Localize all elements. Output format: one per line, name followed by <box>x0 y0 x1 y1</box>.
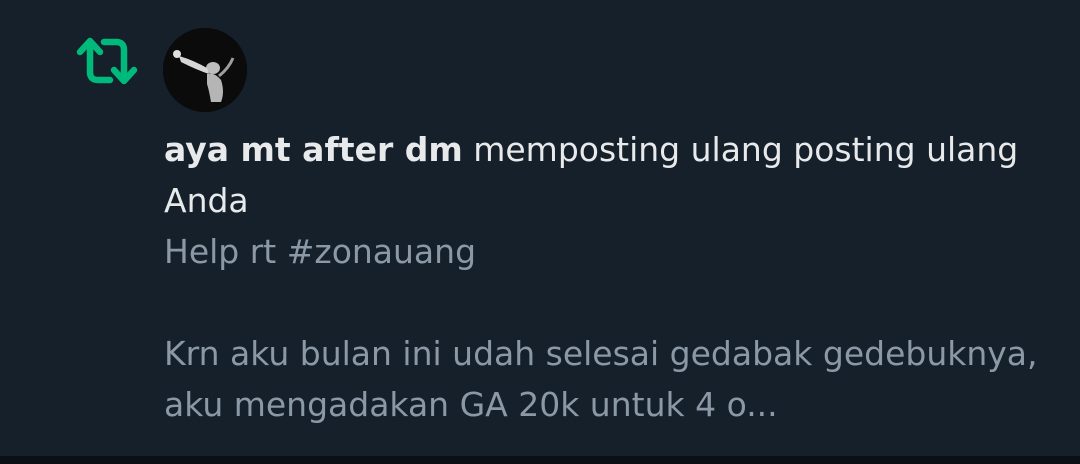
user-avatar[interactable] <box>163 28 247 112</box>
notification-text: aya mt after dm memposting ulang posting… <box>164 124 1044 430</box>
repost-icon <box>76 37 138 85</box>
tweet-preview-line-1: Help rt #zonauang <box>164 232 477 271</box>
tweet-preview-line-2: Krn aku bulan ini udah selesai gedabak g… <box>164 334 1038 424</box>
notification-headline: aya mt after dm memposting ulang posting… <box>164 124 1044 226</box>
avatar-photo <box>163 28 247 112</box>
divider <box>0 456 1080 464</box>
actor-name[interactable]: aya mt after dm <box>164 130 463 169</box>
repost-notification[interactable]: aya mt after dm memposting ulang posting… <box>0 0 1080 464</box>
preview-spacer <box>164 277 1044 328</box>
